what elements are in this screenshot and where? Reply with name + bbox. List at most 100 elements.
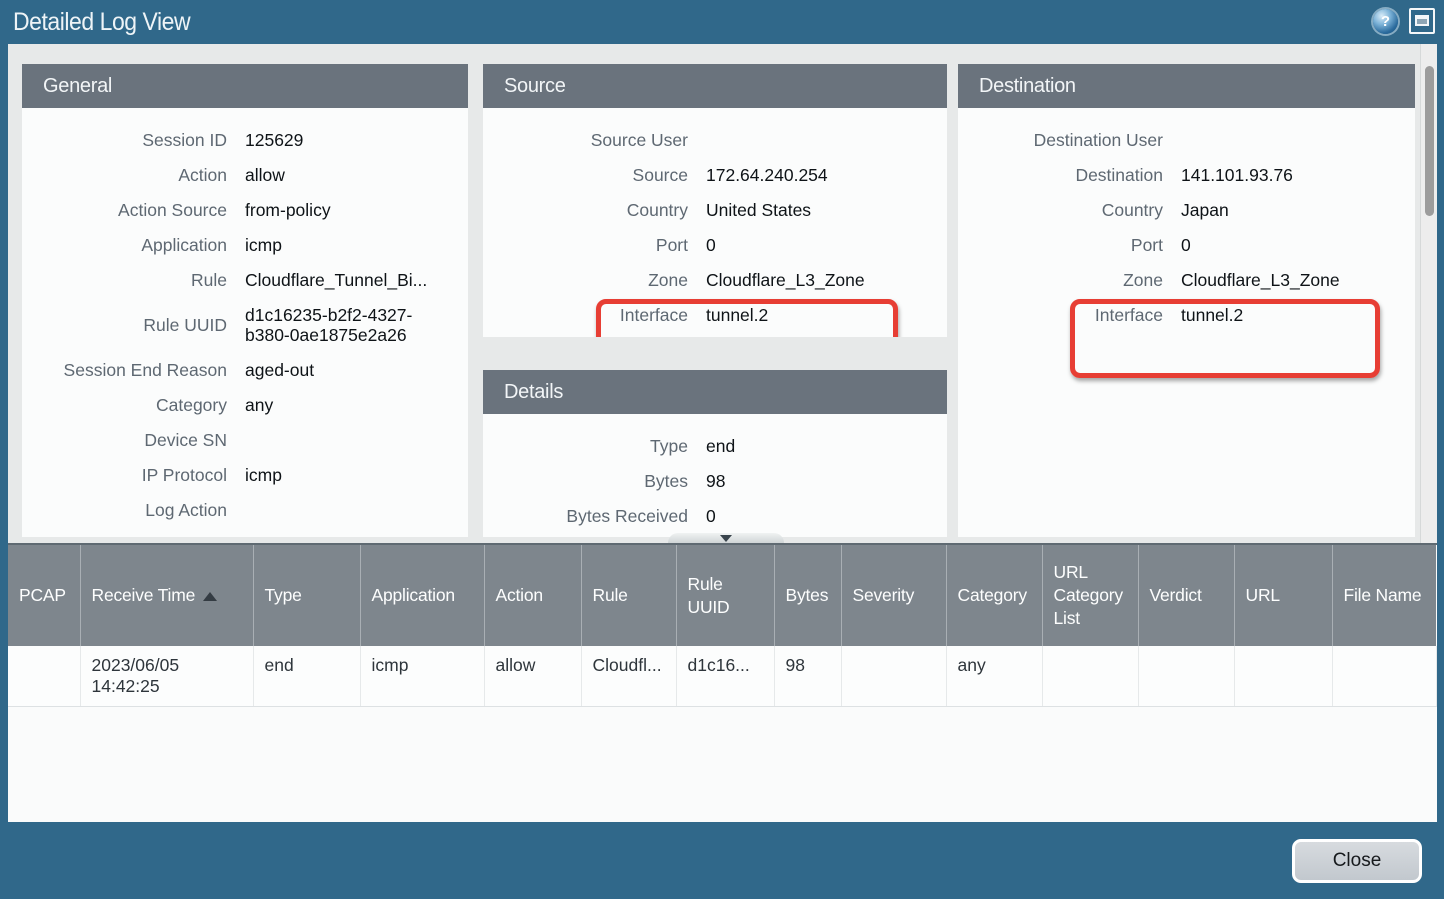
field-value: Japan bbox=[1181, 200, 1415, 220]
general-panel-body: Session ID 125629 Action allow Action So… bbox=[22, 108, 468, 537]
field-row-type: Type end bbox=[483, 428, 947, 463]
help-icon[interactable]: ? bbox=[1373, 9, 1398, 34]
scrollbar-thumb[interactable] bbox=[1425, 66, 1434, 216]
field-row-bytes-received: Bytes Received 0 bbox=[483, 498, 947, 533]
column-header-bytes[interactable]: Bytes bbox=[774, 545, 841, 646]
field-label: Port bbox=[958, 235, 1163, 255]
field-value: d1c16235-b2f2-4327-b380-0ae1875e2a26 bbox=[245, 305, 445, 345]
details-panel: Details Type end Bytes 98 Bytes Received… bbox=[483, 370, 947, 537]
log-table-row[interactable]: 2023/06/05 14:42:25 end icmp allow Cloud… bbox=[8, 646, 1436, 707]
field-value: 0 bbox=[1181, 235, 1415, 255]
field-label: IP Protocol bbox=[22, 465, 227, 485]
field-value: Cloudflare_Tunnel_Bi... bbox=[245, 270, 468, 290]
field-value: 2023/06/05 14:42:25 bbox=[245, 535, 468, 538]
field-row-session-end-reason: Session End Reason aged-out bbox=[22, 352, 468, 387]
field-label: Action Source bbox=[22, 200, 227, 220]
field-value: aged-out bbox=[245, 360, 468, 380]
field-row-application: Application icmp bbox=[22, 227, 468, 262]
field-label: Destination User bbox=[958, 130, 1163, 150]
column-header-file-name[interactable]: File Name bbox=[1332, 545, 1436, 646]
field-label: Session ID bbox=[22, 130, 227, 150]
field-value: 98 bbox=[706, 471, 947, 491]
cell-url-category-list bbox=[1042, 646, 1138, 707]
field-label: Type bbox=[483, 436, 688, 456]
log-detail-panels: General Session ID 125629 Action allow A… bbox=[8, 44, 1437, 543]
field-value: icmp bbox=[245, 235, 468, 255]
general-panel: General Session ID 125629 Action allow A… bbox=[22, 64, 468, 537]
field-row-log-action: Log Action bbox=[22, 492, 468, 527]
source-panel-title: Source bbox=[483, 64, 947, 108]
log-table-section: PCAP Receive Time Type Application Actio… bbox=[8, 543, 1437, 822]
chevron-down-icon bbox=[720, 535, 732, 542]
cell-url bbox=[1234, 646, 1332, 707]
field-value: 172.64.240.254 bbox=[706, 165, 947, 185]
field-value: Cloudflare_L3_Zone bbox=[1181, 270, 1415, 290]
page-title: Detailed Log View bbox=[13, 8, 190, 37]
field-value: Cloudflare_L3_Zone bbox=[706, 270, 947, 290]
field-label: Zone bbox=[483, 270, 688, 290]
field-row-zone: Zone Cloudflare_L3_Zone bbox=[958, 262, 1415, 297]
field-row-generated-time: Generated Time 2023/06/05 14:42:25 bbox=[22, 527, 468, 537]
field-row-ip-protocol: IP Protocol icmp bbox=[22, 457, 468, 492]
column-header-pcap[interactable]: PCAP bbox=[8, 545, 80, 646]
field-label: Destination bbox=[958, 165, 1163, 185]
close-button[interactable]: Close bbox=[1292, 839, 1422, 883]
cell-category: any bbox=[946, 646, 1042, 707]
field-row-port: Port 0 bbox=[958, 227, 1415, 262]
cell-type: end bbox=[253, 646, 360, 707]
column-label: Category bbox=[958, 585, 1027, 605]
column-header-rule-uuid[interactable]: Rule UUID bbox=[676, 545, 774, 646]
field-row-category: Category any bbox=[22, 387, 468, 422]
column-header-url[interactable]: URL bbox=[1234, 545, 1332, 646]
field-label: Port bbox=[483, 235, 688, 255]
field-label: Source User bbox=[483, 130, 688, 150]
vertical-scrollbar[interactable] bbox=[1420, 44, 1437, 543]
log-table: PCAP Receive Time Type Application Actio… bbox=[8, 545, 1437, 707]
column-header-verdict[interactable]: Verdict bbox=[1138, 545, 1234, 646]
collapse-splitter-handle[interactable] bbox=[668, 533, 784, 543]
field-row-action: Action allow bbox=[22, 157, 468, 192]
log-table-header-row: PCAP Receive Time Type Application Actio… bbox=[8, 545, 1436, 646]
column-header-rule[interactable]: Rule bbox=[581, 545, 676, 646]
column-label: Application bbox=[372, 585, 455, 605]
field-row-source-user: Source User bbox=[483, 122, 947, 157]
column-header-url-category-list[interactable]: URL Category List bbox=[1042, 545, 1138, 646]
details-panel-body: Type end Bytes 98 Bytes Received 0 bbox=[483, 414, 947, 537]
field-row-country: Country United States bbox=[483, 192, 947, 227]
field-label: Action bbox=[22, 165, 227, 185]
field-value: from-policy bbox=[245, 200, 468, 220]
field-row-country: Country Japan bbox=[958, 192, 1415, 227]
cell-verdict bbox=[1138, 646, 1234, 707]
field-value: end bbox=[706, 436, 947, 456]
field-row-interface: Interface tunnel.2 bbox=[958, 297, 1415, 332]
column-header-action[interactable]: Action bbox=[484, 545, 581, 646]
field-row-action-source: Action Source from-policy bbox=[22, 192, 468, 227]
field-row-destination-user: Destination User bbox=[958, 122, 1415, 157]
column-label: Rule UUID bbox=[688, 574, 730, 617]
column-label: Receive Time bbox=[92, 585, 196, 605]
field-label: Zone bbox=[958, 270, 1163, 290]
field-row-destination: Destination 141.101.93.76 bbox=[958, 157, 1415, 192]
field-label: Interface bbox=[958, 305, 1163, 325]
general-panel-title: General bbox=[22, 64, 468, 108]
column-header-category[interactable]: Category bbox=[946, 545, 1042, 646]
field-row-zone: Zone Cloudflare_L3_Zone bbox=[483, 262, 947, 297]
destination-panel: Destination Destination User Destination… bbox=[958, 64, 1415, 537]
field-label: Rule bbox=[22, 270, 227, 290]
column-header-application[interactable]: Application bbox=[360, 545, 484, 646]
field-value: 141.101.93.76 bbox=[1181, 165, 1415, 185]
field-value: any bbox=[245, 395, 468, 415]
field-row-device-sn: Device SN bbox=[22, 422, 468, 457]
column-header-receive-time[interactable]: Receive Time bbox=[80, 545, 253, 646]
column-label: File Name bbox=[1344, 585, 1422, 605]
destination-panel-title: Destination bbox=[958, 64, 1415, 108]
column-label: Severity bbox=[853, 585, 915, 605]
field-label: Category bbox=[22, 395, 227, 415]
window-restore-icon[interactable] bbox=[1409, 8, 1435, 34]
cell-receive-time: 2023/06/05 14:42:25 bbox=[80, 646, 253, 707]
column-header-type[interactable]: Type bbox=[253, 545, 360, 646]
column-label: Verdict bbox=[1150, 585, 1202, 605]
column-header-severity[interactable]: Severity bbox=[841, 545, 946, 646]
destination-panel-body: Destination User Destination 141.101.93.… bbox=[958, 108, 1415, 537]
column-label: Type bbox=[265, 585, 302, 605]
